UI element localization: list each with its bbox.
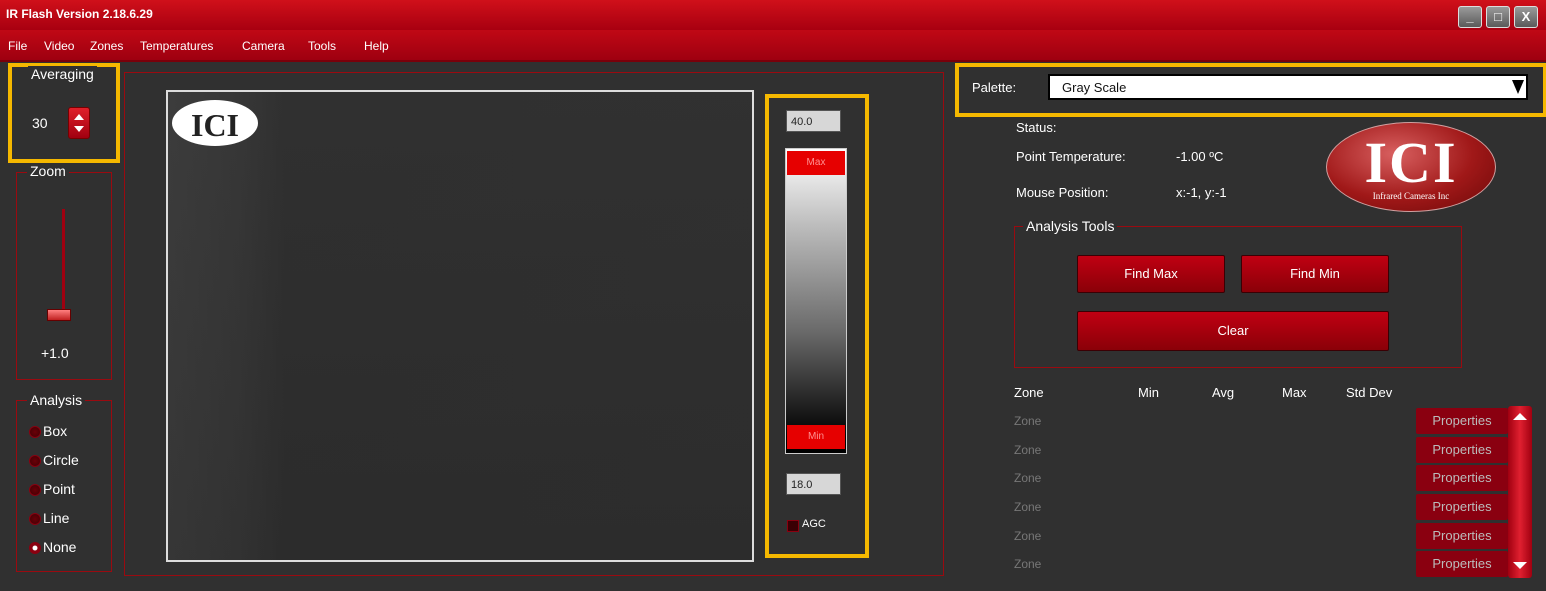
properties-button[interactable]: Properties [1416,408,1508,434]
menu-tools[interactable]: Tools [308,39,336,53]
radio-none-label: None [43,539,77,555]
radio-box[interactable] [29,426,41,438]
averaging-value: 30 [32,115,48,131]
averaging-group: Averaging 30 [16,66,106,150]
properties-button[interactable]: Properties [1416,437,1508,463]
zoom-group: Zoom +1.0 [16,163,112,380]
max-header: Max [1282,385,1307,400]
avg-header: Avg [1212,385,1235,400]
radio-none[interactable] [29,542,41,554]
menu-file[interactable]: File [8,39,27,53]
close-button[interactable]: X [1514,6,1538,28]
mouse-position-label: Mouse Position: [1016,185,1109,200]
ici-logo: ICI [172,100,258,146]
min-header: Min [1138,385,1159,400]
analysis-tools-label: Analysis Tools [1023,218,1118,234]
radio-circle-label: Circle [43,452,79,468]
radio-box-label: Box [43,423,68,439]
properties-button[interactable]: Properties [1416,465,1508,491]
brand-logo: ICI Infrared Cameras Inc [1326,122,1496,212]
thermal-shading [168,92,752,560]
scroll-up-icon[interactable] [1512,412,1528,422]
analysis-label: Analysis [27,392,86,408]
menu-help[interactable]: Help [364,39,389,53]
window-title: IR Flash Version 2.18.6.29 [6,7,153,21]
zoom-label: Zoom [27,163,69,179]
menu-zones[interactable]: Zones [90,39,123,53]
zone-row: Zone [1014,414,1042,428]
std-dev-header: Std Dev [1346,385,1393,400]
zone-row: Zone [1014,500,1042,514]
min-marker[interactable]: Min [787,425,845,449]
clear-button[interactable]: Clear [1077,311,1389,351]
menu-temperatures[interactable]: Temperatures [140,39,213,53]
status-label: Status: [1016,120,1057,135]
ici-logo-text: ICI [190,107,239,143]
menu-bar: File Video Zones Temperatures Camera Too… [0,30,1546,62]
point-temp-label: Point Temperature: [1016,149,1126,164]
zoom-slider-thumb[interactable] [47,309,71,321]
zone-header: Zone [1014,385,1044,400]
palette-dropdown[interactable]: Gray Scale [1048,74,1528,100]
brand-tagline: Infrared Cameras Inc [1372,191,1450,201]
agc-checkbox[interactable] [787,520,799,532]
agc-label: AGC [802,518,826,530]
radio-line[interactable] [29,513,41,525]
zone-row: Zone [1014,557,1042,571]
menu-video[interactable]: Video [44,39,74,53]
properties-button[interactable]: Properties [1416,523,1508,549]
zones-scrollbar[interactable] [1508,406,1532,578]
maximize-button[interactable]: □ [1486,6,1510,28]
zone-row: Zone [1014,529,1042,543]
point-temp-value: -1.00 ºC [1176,149,1224,164]
color-scale-bar: Max Min [785,148,847,454]
min-temp-input[interactable]: 18.0 [786,473,841,495]
zone-row: Zone [1014,443,1042,457]
analysis-tools-group: Analysis Tools Find Max Find Min Clear [1014,218,1462,368]
zoom-track [62,209,65,319]
properties-button[interactable]: Properties [1416,551,1508,577]
title-bar: IR Flash Version 2.18.6.29 _ □ X [0,0,1546,30]
chevron-down-icon [1512,80,1524,94]
max-temp-input[interactable]: 40.0 [786,110,841,132]
brand-logo-text: ICI [1364,130,1458,195]
radio-circle[interactable] [29,455,41,467]
palette-value: Gray Scale [1062,80,1127,95]
thermal-image[interactable]: ICI [166,90,754,562]
spinner-arrows-icon [74,114,84,132]
zone-row: Zone [1014,471,1042,485]
zoom-value: +1.0 [41,345,69,361]
max-marker[interactable]: Max [787,151,845,175]
mouse-position-value: x:-1, y:-1 [1176,185,1227,200]
properties-button[interactable]: Properties [1416,494,1508,520]
menu-camera[interactable]: Camera [242,39,285,53]
palette-label: Palette: [972,80,1017,95]
analysis-group: Analysis Box Circle Point Line None [16,392,112,572]
find-min-button[interactable]: Find Min [1241,255,1389,293]
radio-line-label: Line [43,510,70,526]
minimize-button[interactable]: _ [1458,6,1482,28]
scroll-down-icon[interactable] [1512,560,1528,570]
averaging-spinner[interactable] [68,107,90,139]
radio-point[interactable] [29,484,41,496]
radio-point-label: Point [43,481,75,497]
averaging-label: Averaging [28,66,97,82]
find-max-button[interactable]: Find Max [1077,255,1225,293]
